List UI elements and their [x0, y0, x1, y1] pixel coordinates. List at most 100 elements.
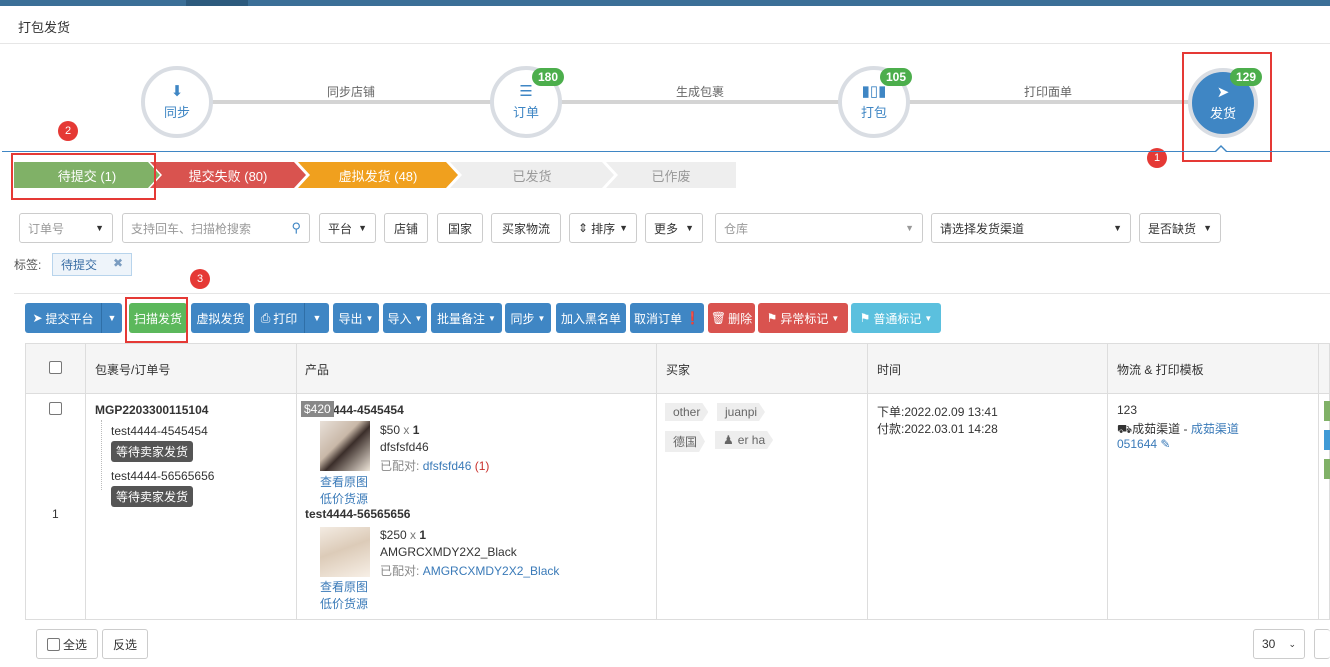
buyer-logistics-button[interactable]: 买家物流 [491, 213, 561, 243]
product-thumbnail[interactable] [320, 527, 370, 577]
send-icon: ➤ [32, 311, 43, 325]
paid-time: 付款:2022.03.01 14:28 [877, 422, 998, 436]
caret-down-icon: ▼ [905, 223, 914, 233]
step-sync[interactable]: ⬇ 同步 [141, 66, 213, 138]
cancel-order-label: 取消订单 [634, 311, 683, 326]
channel-select[interactable]: 请选择发货渠道 ▼ [931, 213, 1131, 243]
edit-icon[interactable]: ✎ [1160, 437, 1170, 451]
delete-button[interactable]: 🗑 删除 [708, 303, 755, 333]
search-icon[interactable]: ⚲ [291, 220, 301, 236]
export-button[interactable]: 导出 ▼ [333, 303, 379, 333]
shortage-dropdown-label: 是否缺货 [1148, 221, 1197, 236]
select-all-header-checkbox[interactable] [49, 361, 62, 374]
import-button[interactable]: 导入 ▼ [383, 303, 427, 333]
product-sku: AMGRCXMDY2X2_Black [380, 545, 517, 559]
matched-sku-link[interactable]: AMGRCXMDY2X2_Black [423, 564, 560, 578]
row-checkbox[interactable] [49, 402, 62, 415]
active-tag-label: 待提交 [61, 258, 98, 272]
tab-virtual-shipped[interactable]: 虚拟发货 (48) [298, 162, 458, 188]
store-button-label: 店铺 [393, 221, 418, 236]
tab-submit-failed[interactable]: 提交失败 (80) [150, 162, 306, 188]
pager-button[interactable] [1314, 629, 1330, 659]
select-all-label: 全选 [62, 637, 87, 652]
top-nav-active-tab[interactable] [186, 0, 248, 6]
step-link-sync-store[interactable]: 同步店铺 [327, 83, 375, 100]
print-button[interactable]: ⎙ 打印 [254, 303, 304, 333]
sort-icon: ⇕ [578, 221, 589, 235]
store-button[interactable]: 店铺 [384, 213, 428, 243]
delete-label: 删除 [728, 311, 753, 326]
cancel-order-button[interactable]: 取消订单 ❗ [630, 303, 704, 333]
view-original-link[interactable]: 查看原图 [320, 473, 368, 490]
caret-down-icon: ▼ [831, 313, 840, 323]
country-button[interactable]: 国家 [437, 213, 483, 243]
warehouse-select[interactable]: 仓库 ▼ [715, 213, 923, 243]
product-price-line: $250 x 1 [380, 528, 426, 542]
tab-submit-failed-label: 提交失败 (80) [188, 168, 268, 184]
normal-mark-button[interactable]: ⚑ 普通标记 ▼ [851, 303, 941, 333]
caret-down-icon: ▼ [1113, 223, 1122, 233]
product-sku: dfsfsfd46 [380, 440, 429, 454]
cheap-source-link[interactable]: 低价货源 [320, 490, 368, 507]
blacklist-button[interactable]: 加入黑名单 [556, 303, 626, 333]
platform-dropdown-label: 平台 [328, 221, 353, 236]
submit-platform-button[interactable]: ➤ 提交平台 [25, 303, 101, 333]
submit-platform-dropdown[interactable]: ▼ [102, 303, 122, 333]
caret-down-icon: ▼ [619, 223, 628, 233]
select-all-checkbox[interactable] [46, 637, 60, 651]
abnormal-mark-button[interactable]: ⚑ 异常标记 ▼ [758, 303, 848, 333]
caret-down-icon: ▼ [365, 313, 374, 323]
col-divider [296, 343, 297, 620]
caret-down-icon: ▼ [107, 313, 117, 323]
print-dropdown[interactable]: ▼ [305, 303, 329, 333]
product-times: x [403, 423, 410, 437]
tree-line [101, 420, 102, 490]
print-template-link[interactable]: 051644 ✎ [1117, 437, 1170, 451]
sort-dropdown[interactable]: ⇕ 排序 ▼ [569, 213, 637, 243]
active-tag-pending[interactable]: 待提交 ✖ [52, 253, 132, 276]
batch-note-button[interactable]: 批量备注 ▼ [431, 303, 502, 333]
order-no-select[interactable]: 订单号 ▼ [19, 213, 113, 243]
col-divider [1318, 343, 1319, 620]
more-dropdown-label: 更多 [654, 221, 679, 236]
import-label: 导入 [387, 311, 412, 326]
tab-voided[interactable]: 已作废 [606, 162, 736, 188]
logistics-channel-link[interactable]: 成茹渠道 [1191, 422, 1239, 436]
annotation-marker-3: 3 [190, 269, 210, 289]
step-sync-label: 同步 [163, 104, 190, 120]
product-qty: 1 [419, 528, 427, 542]
page-size-value: 30 [1262, 637, 1276, 651]
page-title: 打包发货 [18, 20, 71, 35]
shortage-dropdown[interactable]: 是否缺货 ▼ [1139, 213, 1221, 243]
col-divider [1107, 343, 1108, 620]
search-input[interactable]: 支持回车、扫描枪搜索 ⚲ [122, 213, 310, 243]
matched-sku-link[interactable]: dfsfsfd46 [423, 459, 472, 473]
tab-shipped[interactable]: 已发货 [450, 162, 614, 188]
product-thumbnail[interactable] [320, 421, 370, 471]
abnormal-mark-label: 异常标记 [780, 311, 829, 326]
printer-icon: ⎙ [260, 310, 271, 325]
tab-virtual-shipped-label: 虚拟发货 (48) [338, 168, 418, 184]
matched-label: 已配对: [380, 564, 420, 578]
view-original-link[interactable]: 查看原图 [320, 578, 368, 595]
sync-button[interactable]: 同步 ▼ [505, 303, 551, 333]
action-indicator[interactable] [1324, 401, 1330, 421]
page-size-select[interactable]: 30 ⌄ [1253, 629, 1305, 659]
action-indicator[interactable] [1324, 430, 1330, 450]
platform-dropdown[interactable]: 平台 ▼ [319, 213, 376, 243]
select-all-button[interactable]: 全选 [36, 629, 98, 659]
price-overlay: $420 [301, 401, 334, 417]
action-indicator[interactable] [1324, 459, 1330, 479]
step-link-generate-package[interactable]: 生成包裹 [676, 83, 724, 100]
caret-down-icon: ▼ [685, 223, 694, 233]
invert-selection-button[interactable]: 反选 [102, 629, 148, 659]
invert-selection-label: 反选 [112, 637, 137, 652]
cheap-source-link[interactable]: 低价货源 [320, 595, 368, 612]
more-dropdown[interactable]: 更多 ▼ [645, 213, 703, 243]
list-icon: ☰ [519, 82, 533, 100]
buyer-name-tag: juanpi [717, 403, 765, 421]
virtual-ship-button[interactable]: 虚拟发货 [191, 303, 250, 333]
close-icon[interactable]: ✖ [113, 256, 123, 270]
submit-platform-label: 提交平台 [45, 311, 94, 326]
step-link-print-label[interactable]: 打印面单 [1024, 83, 1072, 100]
